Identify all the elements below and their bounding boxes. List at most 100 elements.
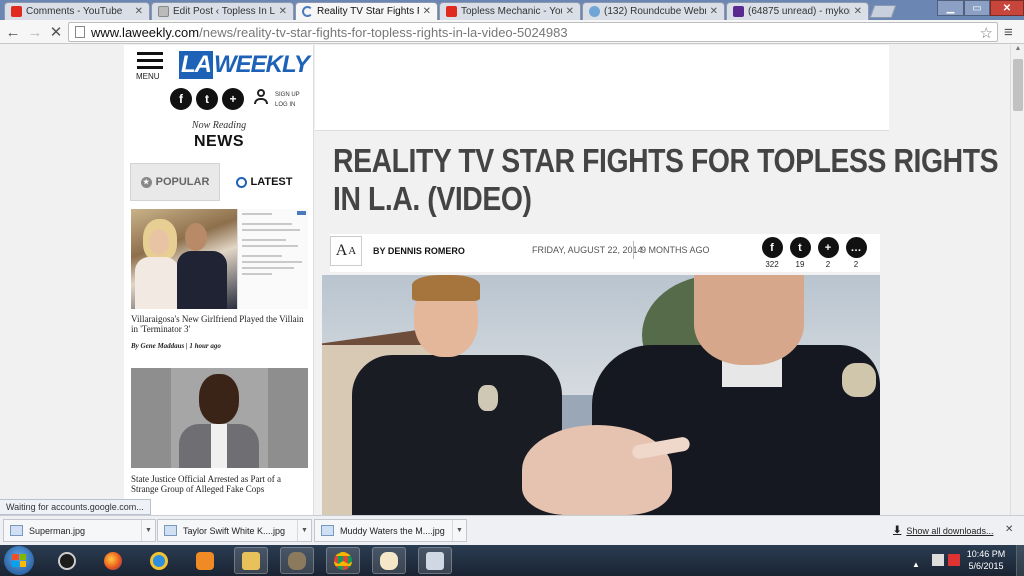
youtube-icon [11, 6, 22, 17]
headline-line-1: REALITY TV STAR FIGHTS FOR TOPLESS RIGHT… [333, 142, 999, 179]
tab-youtube-comments[interactable]: Comments - YouTube ✕ [4, 2, 150, 20]
article-headline: REALITY TV STAR FIGHTS FOR TOPLESS RIGHT… [333, 142, 999, 218]
network-icon[interactable] [932, 554, 944, 566]
minimize-button[interactable]: ▁ [937, 0, 964, 16]
logo-la: LA [179, 51, 213, 79]
download-filename: Superman.jpg [29, 525, 86, 536]
tab-popular[interactable]: ★ POPULAR [130, 163, 220, 201]
divider [633, 241, 634, 259]
hamburger-menu-icon[interactable] [137, 52, 163, 73]
tab-reality-tv-star[interactable]: Reality TV Star Fights For T ✕ [295, 2, 438, 20]
close-icon[interactable]: ✕ [423, 6, 431, 17]
tab-mail-unread[interactable]: (64875 unread) - mykonos ✕ [726, 2, 869, 20]
page-icon [75, 26, 85, 38]
address-bar[interactable]: www.laweekly.com/news/reality-tv-star-fi… [68, 22, 998, 42]
article-meta: AA BY DENNIS ROMERO FRIDAY, AUGUST 22, 2… [330, 234, 880, 272]
facebook-icon[interactable]: f [170, 88, 192, 110]
scroll-up-arrow-icon[interactable]: ▲ [1011, 45, 1024, 57]
show-all-downloads-link[interactable]: ⬇ Show all downloads... [893, 525, 993, 536]
plus-icon[interactable]: + [222, 88, 244, 110]
firefox-icon[interactable] [96, 547, 130, 574]
chevron-down-icon[interactable]: ▼ [141, 520, 155, 541]
close-icon[interactable]: ✕ [710, 6, 718, 17]
chevron-down-icon[interactable]: ▼ [452, 520, 466, 541]
clock-date: 5/6/2015 [968, 561, 1004, 571]
internet-explorer-icon[interactable] [142, 547, 176, 574]
show-hidden-icons-icon[interactable]: ▲ [912, 554, 924, 569]
social-links: f t + [170, 88, 244, 110]
star-icon: ★ [140, 176, 152, 188]
download-item[interactable]: Taylor Swift White K....jpg ▼ [157, 519, 312, 542]
story-thumbnail[interactable] [131, 368, 308, 468]
paint-icon[interactable] [372, 547, 406, 574]
taskbar-clock[interactable]: 10:46 PM 5/6/2015 [958, 548, 1014, 572]
share-facebook[interactable]: f 322 [761, 237, 783, 269]
bookmark-star-icon[interactable]: ☆ [980, 24, 993, 42]
close-icon[interactable]: ✕ [566, 6, 574, 17]
chrome-icon[interactable] [326, 547, 360, 574]
page-scrollbar[interactable]: ▲ [1010, 45, 1024, 515]
download-item[interactable]: Superman.jpg ▼ [3, 519, 156, 542]
story-thumbnail[interactable] [131, 209, 308, 309]
share-count: 19 [795, 260, 805, 269]
new-tab-button[interactable] [869, 5, 897, 18]
publish-date: FRIDAY, AUGUST 22, 2014 [532, 245, 643, 255]
twitter-icon[interactable]: t [196, 88, 218, 110]
article-video[interactable] [322, 275, 880, 515]
by-prefix: BY [373, 246, 386, 256]
download-item[interactable]: Muddy Waters the M....jpg ▼ [314, 519, 467, 542]
chevron-down-icon[interactable]: ▼ [297, 520, 311, 541]
story-title-link[interactable]: State Justice Official Arrested as Part … [131, 474, 309, 494]
stop-button[interactable]: ✕ [47, 23, 65, 41]
share-plus[interactable]: + 2 [817, 237, 839, 269]
sign-up-link[interactable]: SIGN UP [275, 90, 300, 100]
story-title-link[interactable]: Villaraigosa's New Girlfriend Played the… [131, 314, 309, 334]
share-count: 322 [765, 260, 779, 269]
font-size-button[interactable]: AA [330, 236, 362, 266]
section-label[interactable]: NEWS [124, 133, 314, 151]
start-button[interactable] [4, 546, 34, 575]
menu-label: MENU [136, 72, 160, 81]
close-window-button[interactable]: ✕ [990, 0, 1024, 16]
clock-time: 10:46 PM [966, 549, 1006, 559]
chrome-menu-icon[interactable]: ≡ [1004, 24, 1013, 41]
tab-latest[interactable]: LATEST [220, 163, 308, 201]
close-icon[interactable]: ✕ [135, 6, 143, 17]
author-link[interactable]: DENNIS ROMERO [388, 246, 465, 256]
site-sidebar: MENU LA WEEKLY f t + SIGN UP LOG IN Now R… [124, 45, 314, 515]
close-icon[interactable]: ✕ [279, 6, 287, 17]
twitter-icon: t [789, 237, 811, 258]
now-reading-label: Now Reading [191, 120, 247, 131]
share-comments[interactable]: … 2 [845, 237, 867, 269]
gimp-icon[interactable] [280, 547, 314, 574]
close-icon[interactable]: ✕ [854, 6, 862, 17]
share-twitter[interactable]: t 19 [789, 237, 811, 269]
image-file-icon [164, 525, 177, 536]
show-desktop-button[interactable] [1016, 545, 1024, 576]
tab-topless-mechanic[interactable]: Topless Mechanic - YouTu ✕ [439, 2, 581, 20]
scroll-thumb[interactable] [1013, 59, 1023, 111]
maximize-button[interactable]: ▭ [964, 0, 990, 16]
media-player-icon[interactable] [188, 547, 222, 574]
font-size-big: A [335, 242, 348, 259]
tab-roundcube[interactable]: (132) Roundcube Webmai ✕ [582, 2, 725, 20]
la-weekly-logo[interactable]: LA WEEKLY [179, 51, 310, 81]
tab-edit-post[interactable]: Edit Post ‹ Topless In L.A ✕ [151, 2, 294, 20]
close-shelf-icon[interactable]: ✕ [1005, 524, 1013, 535]
page-icon [158, 6, 169, 17]
back-button[interactable]: ← [4, 23, 22, 41]
tab-label: Comments - YouTube [26, 6, 123, 17]
show-all-downloads-label: Show all downloads... [906, 525, 994, 536]
calculator-icon[interactable] [418, 547, 452, 574]
account-links: SIGN UP LOG IN [275, 90, 300, 110]
popular-latest-toggle: ★ POPULAR LATEST [130, 163, 308, 201]
hp-app-icon[interactable] [50, 547, 84, 574]
image-file-icon [321, 525, 334, 536]
log-in-link[interactable]: LOG IN [275, 100, 300, 110]
forward-button[interactable]: → [26, 23, 44, 41]
download-arrow-icon: ⬇ [893, 525, 902, 536]
file-explorer-icon[interactable] [234, 547, 268, 574]
user-icon[interactable] [253, 89, 269, 107]
share-count: 2 [825, 260, 831, 269]
status-bubble: Waiting for accounts.google.com... [0, 499, 151, 515]
